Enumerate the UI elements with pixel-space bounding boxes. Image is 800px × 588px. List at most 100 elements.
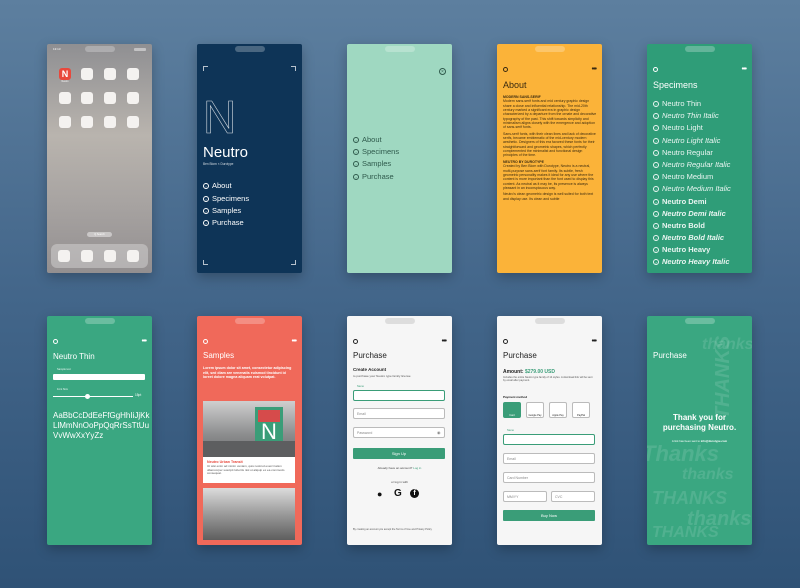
menu-item-specimens[interactable]: › Specimens xyxy=(353,147,399,156)
phone-purchase-signup: ••• Purchase Create Account to purchase … xyxy=(347,316,452,545)
neutro-app-label: Neutro xyxy=(61,81,69,83)
menu-item-samples[interactable]: › Samples xyxy=(203,206,241,215)
menu-item-about[interactable]: › About xyxy=(203,181,232,190)
arrow-right-icon: › xyxy=(653,124,659,131)
buy-now-button[interactable]: Buy Now xyxy=(503,510,595,521)
app-icon[interactable] xyxy=(81,92,93,104)
more-icon[interactable]: ••• xyxy=(142,338,147,345)
terms-text: By creating an account you accept the Te… xyxy=(353,528,432,531)
app-icon[interactable] xyxy=(127,116,139,128)
slider-handle[interactable] xyxy=(85,393,90,399)
specimen-item[interactable]: › Neutro Bold xyxy=(653,221,705,230)
frame-corner xyxy=(291,260,296,265)
card-number-input[interactable]: Card Number xyxy=(503,472,595,483)
specimen-item[interactable]: › Neutro Thin xyxy=(653,99,701,108)
menu-item-purchase[interactable]: › Purchase xyxy=(203,218,244,227)
app-icon[interactable] xyxy=(104,116,116,128)
expiry-input[interactable]: MM/YY xyxy=(503,491,547,502)
app-icon[interactable] xyxy=(81,68,93,80)
frame-corner xyxy=(203,66,208,71)
menu-item-specimens[interactable]: › Specimens xyxy=(203,194,249,203)
more-icon[interactable]: ••• xyxy=(592,66,597,73)
more-icon[interactable]: ••• xyxy=(442,338,447,345)
arrow-right-icon: › xyxy=(653,173,659,180)
dock-app-icon[interactable] xyxy=(104,250,116,262)
app-icon[interactable] xyxy=(127,92,139,104)
paragraph: Neutro's clean geometric design is well … xyxy=(503,192,594,201)
logo-icon[interactable] xyxy=(203,339,208,344)
logo-icon[interactable] xyxy=(353,339,358,344)
specimen-item[interactable]: › Neutro Demi xyxy=(653,197,707,206)
app-icon[interactable] xyxy=(59,116,71,128)
facebook-icon[interactable]: f xyxy=(410,489,419,498)
sample-text-input[interactable] xyxy=(53,374,145,380)
frame-corner xyxy=(203,260,208,265)
create-account-subtitle: to purchase your Neutro type family lice… xyxy=(353,374,411,378)
eye-icon[interactable]: ◉ xyxy=(437,430,441,435)
specimen-item[interactable]: › Neutro Heavy Italic xyxy=(653,257,730,266)
search-pill[interactable]: Q Search xyxy=(87,232,112,237)
more-icon[interactable]: ••• xyxy=(292,338,297,345)
notch xyxy=(385,318,415,324)
password-input[interactable]: Password xyxy=(353,427,445,438)
menu-item-label: Purchase xyxy=(212,218,244,227)
more-icon[interactable]: ••• xyxy=(742,66,747,73)
font-size-slider[interactable] xyxy=(53,396,133,397)
cvc-input[interactable]: CVC xyxy=(551,491,595,502)
email-input[interactable]: Email xyxy=(353,408,445,419)
specimen-item[interactable]: › Neutro Thin Italic xyxy=(653,111,719,120)
phone-specimens: ••• Specimens › Neutro Thin › Neutro Thin … xyxy=(647,44,752,273)
dock-app-icon[interactable] xyxy=(127,250,139,262)
specimen-item[interactable]: › Neutro Demi Italic xyxy=(653,209,726,218)
menu-item-samples[interactable]: › Samples xyxy=(353,159,391,168)
sign-up-button[interactable]: Sign Up xyxy=(353,448,445,459)
arrow-right-icon: › xyxy=(653,149,659,156)
name-input[interactable] xyxy=(353,390,445,401)
sample-card[interactable]: Neutro Urban Transit Ut wisi enim ad min… xyxy=(203,457,295,483)
page-title: Samples xyxy=(203,351,235,360)
app-icon[interactable] xyxy=(104,92,116,104)
apple-icon[interactable]: ● xyxy=(377,489,382,499)
menu-item-label: About xyxy=(362,135,382,144)
arrow-right-icon: › xyxy=(653,137,659,144)
app-icon[interactable] xyxy=(59,92,71,104)
paragraph: Created by Ben Blom with Durotype, Neutr… xyxy=(503,164,594,190)
logo-icon[interactable] xyxy=(503,67,508,72)
page-title: Purchase xyxy=(353,351,387,360)
neutro-app-icon[interactable]: N xyxy=(59,68,71,80)
menu-item-about[interactable]: › About xyxy=(353,135,382,144)
phone-specimen-thin: ••• Neutro Thin Sample text Font Size 15… xyxy=(47,316,152,545)
logo-icon[interactable] xyxy=(503,339,508,344)
payment-apple-pay-option[interactable]: Apple Pay xyxy=(549,402,567,418)
dock-app-icon[interactable] xyxy=(81,250,93,262)
specimen-item[interactable]: › Neutro Light Italic xyxy=(653,136,720,145)
specimen-item[interactable]: › Neutro Bold Italic xyxy=(653,233,724,242)
specimen-item[interactable]: › Neutro Medium Italic xyxy=(653,184,731,193)
name-input[interactable] xyxy=(503,434,595,445)
payment-google-pay-option[interactable]: Google Pay xyxy=(526,402,544,418)
frame-corner xyxy=(291,66,296,71)
close-icon[interactable]: × xyxy=(439,68,446,75)
specimen-label: Neutro Thin Italic xyxy=(662,111,719,120)
payment-card-option[interactable]: Card xyxy=(503,402,521,418)
login-link[interactable]: Log in xyxy=(413,466,421,470)
app-icon[interactable] xyxy=(104,68,116,80)
app-icon[interactable] xyxy=(127,68,139,80)
email-input[interactable]: Email xyxy=(503,453,595,464)
specimen-item[interactable]: › Neutro Regular Italic xyxy=(653,160,730,169)
specimen-item[interactable]: › Neutro Medium xyxy=(653,172,713,181)
google-icon[interactable]: G xyxy=(394,488,402,499)
app-icon[interactable] xyxy=(81,116,93,128)
menu-item-purchase[interactable]: › Purchase xyxy=(353,172,394,181)
specimen-item[interactable]: › Neutro Light xyxy=(653,123,703,132)
specimen-item[interactable]: › Neutro Heavy xyxy=(653,245,710,254)
logo-icon[interactable] xyxy=(53,339,58,344)
email-address: info@durotype.com xyxy=(700,439,728,443)
payment-paypal-option[interactable]: PayPal xyxy=(572,402,590,418)
paragraph: Modern sans-serif fonts and mid century … xyxy=(503,99,597,130)
more-icon[interactable]: ••• xyxy=(592,338,597,345)
thanks-watermark: THANKS xyxy=(712,335,735,420)
specimen-item[interactable]: › Neutro Regular xyxy=(653,148,713,157)
dock-app-icon[interactable] xyxy=(58,250,70,262)
logo-icon[interactable] xyxy=(653,67,658,72)
